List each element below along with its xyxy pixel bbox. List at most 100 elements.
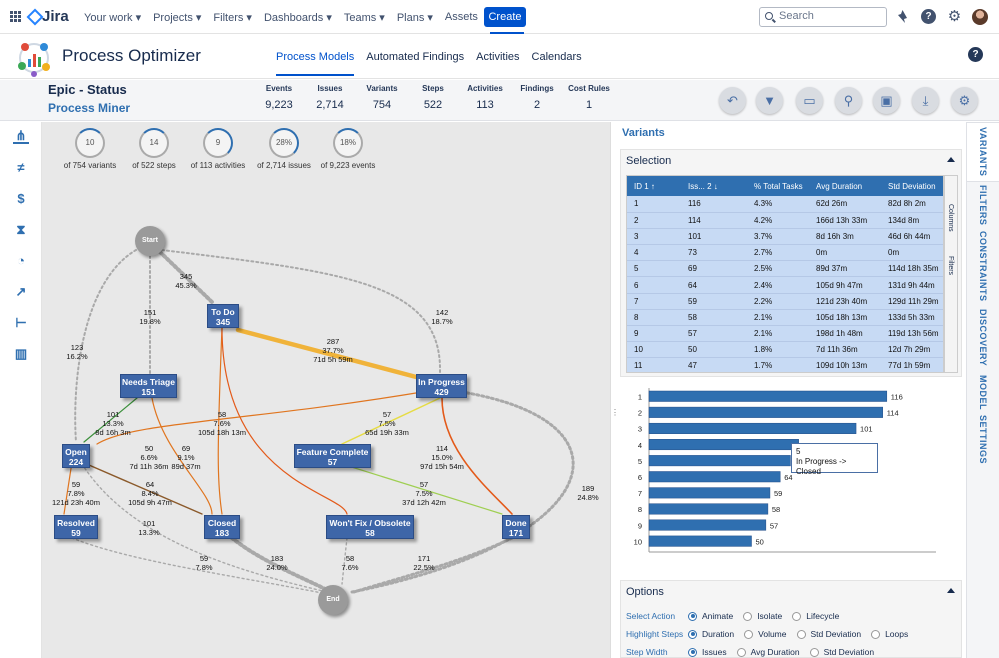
table-row[interactable]: 5 69 2.5% 89d 37m 114d 18h 35m: [627, 260, 943, 278]
node-start[interactable]: Start: [135, 226, 165, 256]
table-row[interactable]: 8 58 2.1% 105d 18h 13m 133d 5h 33m: [627, 309, 943, 327]
undo-icon[interactable]: ↶: [719, 87, 746, 114]
nav-your-work[interactable]: Your work ▾: [84, 11, 141, 34]
collapse-icon[interactable]: [947, 157, 955, 162]
nav-projects[interactable]: Projects ▾: [153, 11, 201, 34]
table-row[interactable]: 4 73 2.7% 0m 0m: [627, 244, 943, 262]
table-row[interactable]: 1 116 4.3% 62d 26m 82d 8h 2m: [627, 196, 943, 213]
rail-tab-settings[interactable]: SETTINGS: [967, 412, 999, 468]
node-open[interactable]: Open 224: [62, 444, 90, 468]
report-icon[interactable]: ▥: [13, 346, 29, 362]
nav-assets[interactable]: Assets: [445, 11, 478, 34]
node-in-progress[interactable]: In Progress 429: [416, 374, 467, 398]
tab-activities[interactable]: Activities: [476, 51, 519, 76]
hierarchy-icon[interactable]: ⊢: [13, 315, 29, 331]
search-input[interactable]: Search: [759, 7, 887, 27]
download-icon[interactable]: ⤓: [912, 87, 939, 114]
bar-8[interactable]: [648, 503, 769, 515]
col-id[interactable]: ID 1 ↑: [627, 176, 681, 196]
variants-bar-chart[interactable]: 1116211431014735696647598589571050020406…: [626, 384, 952, 554]
options-label[interactable]: Options: [626, 586, 664, 598]
table-row[interactable]: 6 64 2.4% 105d 9h 47m 131d 9h 44m: [627, 276, 943, 294]
radio-lifecycle[interactable]: Lifecycle: [792, 611, 839, 621]
radio-isolate[interactable]: Isolate: [743, 611, 782, 621]
col-avg-duration[interactable]: Avg Duration: [809, 176, 881, 196]
rail-tab-discovery[interactable]: DISCOVERY: [967, 304, 999, 372]
table-row[interactable]: 3 101 3.7% 8d 16h 3m 46d 6h 44m: [627, 228, 943, 246]
process-map[interactable]: 10 of 754 variants 14 of 522 steps 9 of 113…: [42, 122, 610, 658]
bar-10[interactable]: [648, 535, 752, 547]
variants-table[interactable]: ID 1 ↑ Iss... 2 ↓ % Total Tasks Avg Dura…: [626, 175, 944, 373]
node-end[interactable]: End: [318, 585, 348, 615]
table-row[interactable]: 7 59 2.2% 121d 23h 40m 129d 11h 29m: [627, 293, 943, 310]
app-switcher-icon[interactable]: [10, 11, 21, 22]
col-total-tasks[interactable]: % Total Tasks: [747, 176, 809, 196]
settings-icon[interactable]: ⚙: [947, 9, 962, 24]
filter-icon[interactable]: ▼: [756, 87, 783, 114]
rail-tab-filters[interactable]: FILTERS: [967, 182, 999, 228]
app-help-icon[interactable]: ?: [968, 47, 983, 62]
col-std-deviation[interactable]: Std Deviation: [881, 176, 943, 196]
rail-tab-constraints[interactable]: CONSTRAINTS: [967, 228, 999, 304]
nav-teams[interactable]: Teams ▾: [344, 11, 385, 34]
avatar[interactable]: [972, 9, 988, 25]
nav-filters[interactable]: Filters ▾: [213, 11, 252, 34]
bar-2[interactable]: [648, 406, 883, 418]
radio-issues[interactable]: Issues: [688, 647, 727, 657]
table-row[interactable]: 2 114 4.2% 166d 13h 33m 134d 8m: [627, 212, 943, 229]
bar-7[interactable]: [648, 487, 771, 499]
rail-tab-model[interactable]: MODEL: [967, 372, 999, 412]
node-feature-complete[interactable]: Feature Complete 57: [294, 444, 371, 468]
collapse-icon[interactable]: [947, 588, 955, 593]
create-button[interactable]: Create: [484, 7, 526, 27]
tab-calendars[interactable]: Calendars: [532, 51, 582, 76]
radio-loops[interactable]: Loops: [871, 629, 908, 639]
rules-icon[interactable]: ≠: [13, 160, 29, 176]
bar-6[interactable]: [648, 471, 781, 483]
nav-plans[interactable]: Plans ▾: [397, 11, 433, 34]
dollar-icon[interactable]: $: [13, 191, 29, 207]
pie-chart-icon[interactable]: ◔: [13, 253, 29, 269]
bar-5[interactable]: [648, 455, 791, 467]
node-closed[interactable]: Closed 183: [204, 515, 240, 539]
table-row[interactable]: 10 50 1.8% 7d 11h 36m 12d 7h 29m: [627, 341, 943, 359]
settings-icon[interactable]: ⚙: [951, 87, 978, 114]
radio-avg-duration[interactable]: Avg Duration: [736, 647, 800, 657]
node-done[interactable]: Done 171: [502, 515, 530, 539]
node-needs-triage[interactable]: Needs Triage 151: [120, 374, 177, 398]
tab-process-models[interactable]: Process Models: [276, 51, 355, 76]
bar-3[interactable]: [648, 422, 857, 434]
tab-automated-findings[interactable]: Automated Findings: [366, 51, 464, 76]
bar-4[interactable]: [648, 439, 799, 451]
rail-tab-variants[interactable]: VARIANTS: [967, 122, 999, 182]
radio-volume[interactable]: Volume: [744, 629, 787, 639]
nav-dashboards[interactable]: Dashboards ▾: [264, 11, 332, 34]
node-todo[interactable]: To Do 345: [207, 304, 239, 328]
table-row[interactable]: 9 57 2.1% 198d 1h 48m 119d 13h 56m: [627, 325, 943, 343]
bar-9[interactable]: [648, 519, 767, 531]
save-icon[interactable]: ▣: [873, 87, 900, 114]
radio-duration[interactable]: Duration: [688, 629, 734, 639]
selection-label[interactable]: Selection: [626, 155, 671, 167]
trend-icon[interactable]: ↗: [13, 284, 29, 300]
node-wont-fix[interactable]: Won't Fix / Obsolete 58: [326, 515, 414, 539]
node-resolved[interactable]: Resolved 59: [54, 515, 98, 539]
process-map-icon[interactable]: ⋔: [13, 128, 29, 144]
hourglass-icon[interactable]: ⧗: [13, 222, 29, 238]
radio-std-deviation[interactable]: Std Deviation: [796, 629, 861, 639]
search-icon[interactable]: ⚲: [835, 87, 862, 114]
col-issues[interactable]: Iss... 2 ↓: [681, 176, 747, 196]
variants-title: Variants: [622, 127, 665, 139]
bar-1[interactable]: [648, 390, 888, 402]
help-icon[interactable]: ?: [921, 9, 936, 24]
filters-tab[interactable]: Filters: [947, 256, 954, 275]
table-row[interactable]: 11 47 1.7% 109d 10h 13m 77d 1h 59m: [627, 357, 943, 372]
model-subtitle[interactable]: Process Miner: [48, 101, 130, 115]
image-icon[interactable]: ▭: [796, 87, 823, 114]
panel-splitter[interactable]: ⋮: [610, 122, 619, 658]
columns-tab[interactable]: Columns: [947, 204, 954, 232]
notifications-icon[interactable]: [895, 9, 910, 24]
jira-logo[interactable]: Jira: [28, 8, 69, 25]
radio-animate[interactable]: Animate: [688, 611, 733, 621]
radio-std-deviation-width[interactable]: Std Deviation: [809, 647, 874, 657]
